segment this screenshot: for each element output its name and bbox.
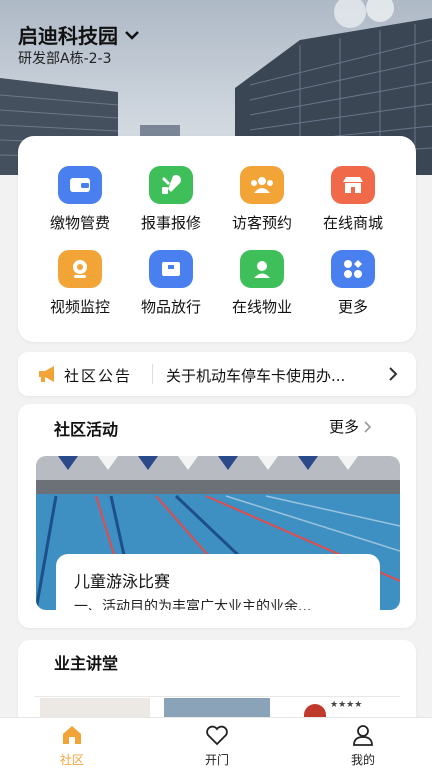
service-online-property[interactable]: 在线物业 — [217, 250, 307, 317]
chevron-down-icon — [125, 30, 139, 40]
home-icon — [63, 726, 81, 744]
activity-card[interactable]: 儿童游泳比赛 一、活动目的为丰富广大业主的业余... — [36, 456, 400, 610]
service-pay-fee[interactable]: 缴物管费 — [35, 166, 125, 233]
camera-icon — [58, 250, 102, 288]
service-video[interactable]: 视频监控 — [35, 250, 125, 317]
tab-label: 社区 — [59, 753, 84, 767]
service-label: 物品放行 — [140, 298, 201, 316]
unit-address: 研发部A栋-2-3 — [18, 51, 112, 67]
service-more[interactable]: 更多 — [308, 250, 398, 317]
chevron-right-icon — [389, 367, 398, 381]
service-mall[interactable]: 在线商城 — [308, 166, 398, 233]
divider — [152, 364, 153, 384]
bottom-tab-bar: 社区 开门 我的 — [0, 717, 432, 769]
tab-community[interactable]: 社区 — [32, 724, 112, 768]
tab-label: 我的 — [350, 753, 375, 767]
service-label: 访客预约 — [231, 214, 292, 232]
service-label: 报事报修 — [140, 214, 201, 232]
service-label: 缴物管费 — [49, 214, 110, 232]
service-grid: 缴物管费 报事报修 访客预约 在线商城 视频监控 物品放行 在线物业 更多 — [18, 136, 416, 342]
event-title: 儿童游泳比赛 — [74, 572, 171, 591]
lecture-thumbnail[interactable]: ★★★★ — [304, 700, 362, 718]
tools-icon — [149, 166, 193, 204]
service-label: 在线物业 — [231, 298, 292, 316]
notice-text[interactable]: 关于机动车停车卡使用办... — [166, 365, 376, 386]
more-label: 更多 — [329, 418, 360, 436]
service-repair[interactable]: 报事报修 — [126, 166, 216, 233]
tab-label: 开门 — [204, 753, 229, 767]
notice-label: 社区公告 — [64, 367, 133, 385]
community-selector[interactable]: 启迪科技园 — [18, 20, 140, 49]
section-title: 社区活动 — [54, 420, 119, 439]
more-button[interactable]: 更多 — [329, 416, 372, 437]
heart-icon — [206, 725, 228, 746]
service-visitor[interactable]: 访客预约 — [217, 166, 307, 233]
event-description: 一、活动目的为丰富广大业主的业余... — [74, 599, 312, 610]
tab-mine[interactable]: 我的 — [323, 724, 403, 768]
wallet-icon — [58, 166, 102, 204]
support-icon — [240, 250, 284, 288]
service-label: 在线商城 — [322, 214, 383, 232]
service-label: 更多 — [337, 298, 368, 316]
tab-open-door[interactable]: 开门 — [177, 724, 257, 768]
activity-caption: 儿童游泳比赛 一、活动目的为丰富广大业主的业余... — [56, 554, 380, 610]
megaphone-icon — [39, 366, 54, 382]
community-name: 启迪科技园 — [18, 24, 118, 48]
chevron-right-icon — [364, 420, 372, 433]
section-title: 业主讲堂 — [54, 654, 119, 673]
visitors-icon — [240, 166, 284, 204]
package-icon — [149, 250, 193, 288]
service-release[interactable]: 物品放行 — [126, 250, 216, 317]
lecture-thumbnail[interactable] — [40, 698, 150, 718]
community-activity-section: 社区活动 更多 儿童游泳比赛 一、活动目的为丰富广大业主的业余... — [18, 404, 416, 628]
lecture-thumbnail[interactable] — [164, 698, 270, 718]
service-label: 视频监控 — [49, 298, 110, 316]
more-apps-icon — [331, 250, 375, 288]
store-icon — [331, 166, 375, 204]
user-icon — [353, 725, 373, 746]
community-notice-bar[interactable]: 社区公告 关于机动车停车卡使用办... — [18, 352, 416, 396]
divider — [34, 696, 400, 697]
